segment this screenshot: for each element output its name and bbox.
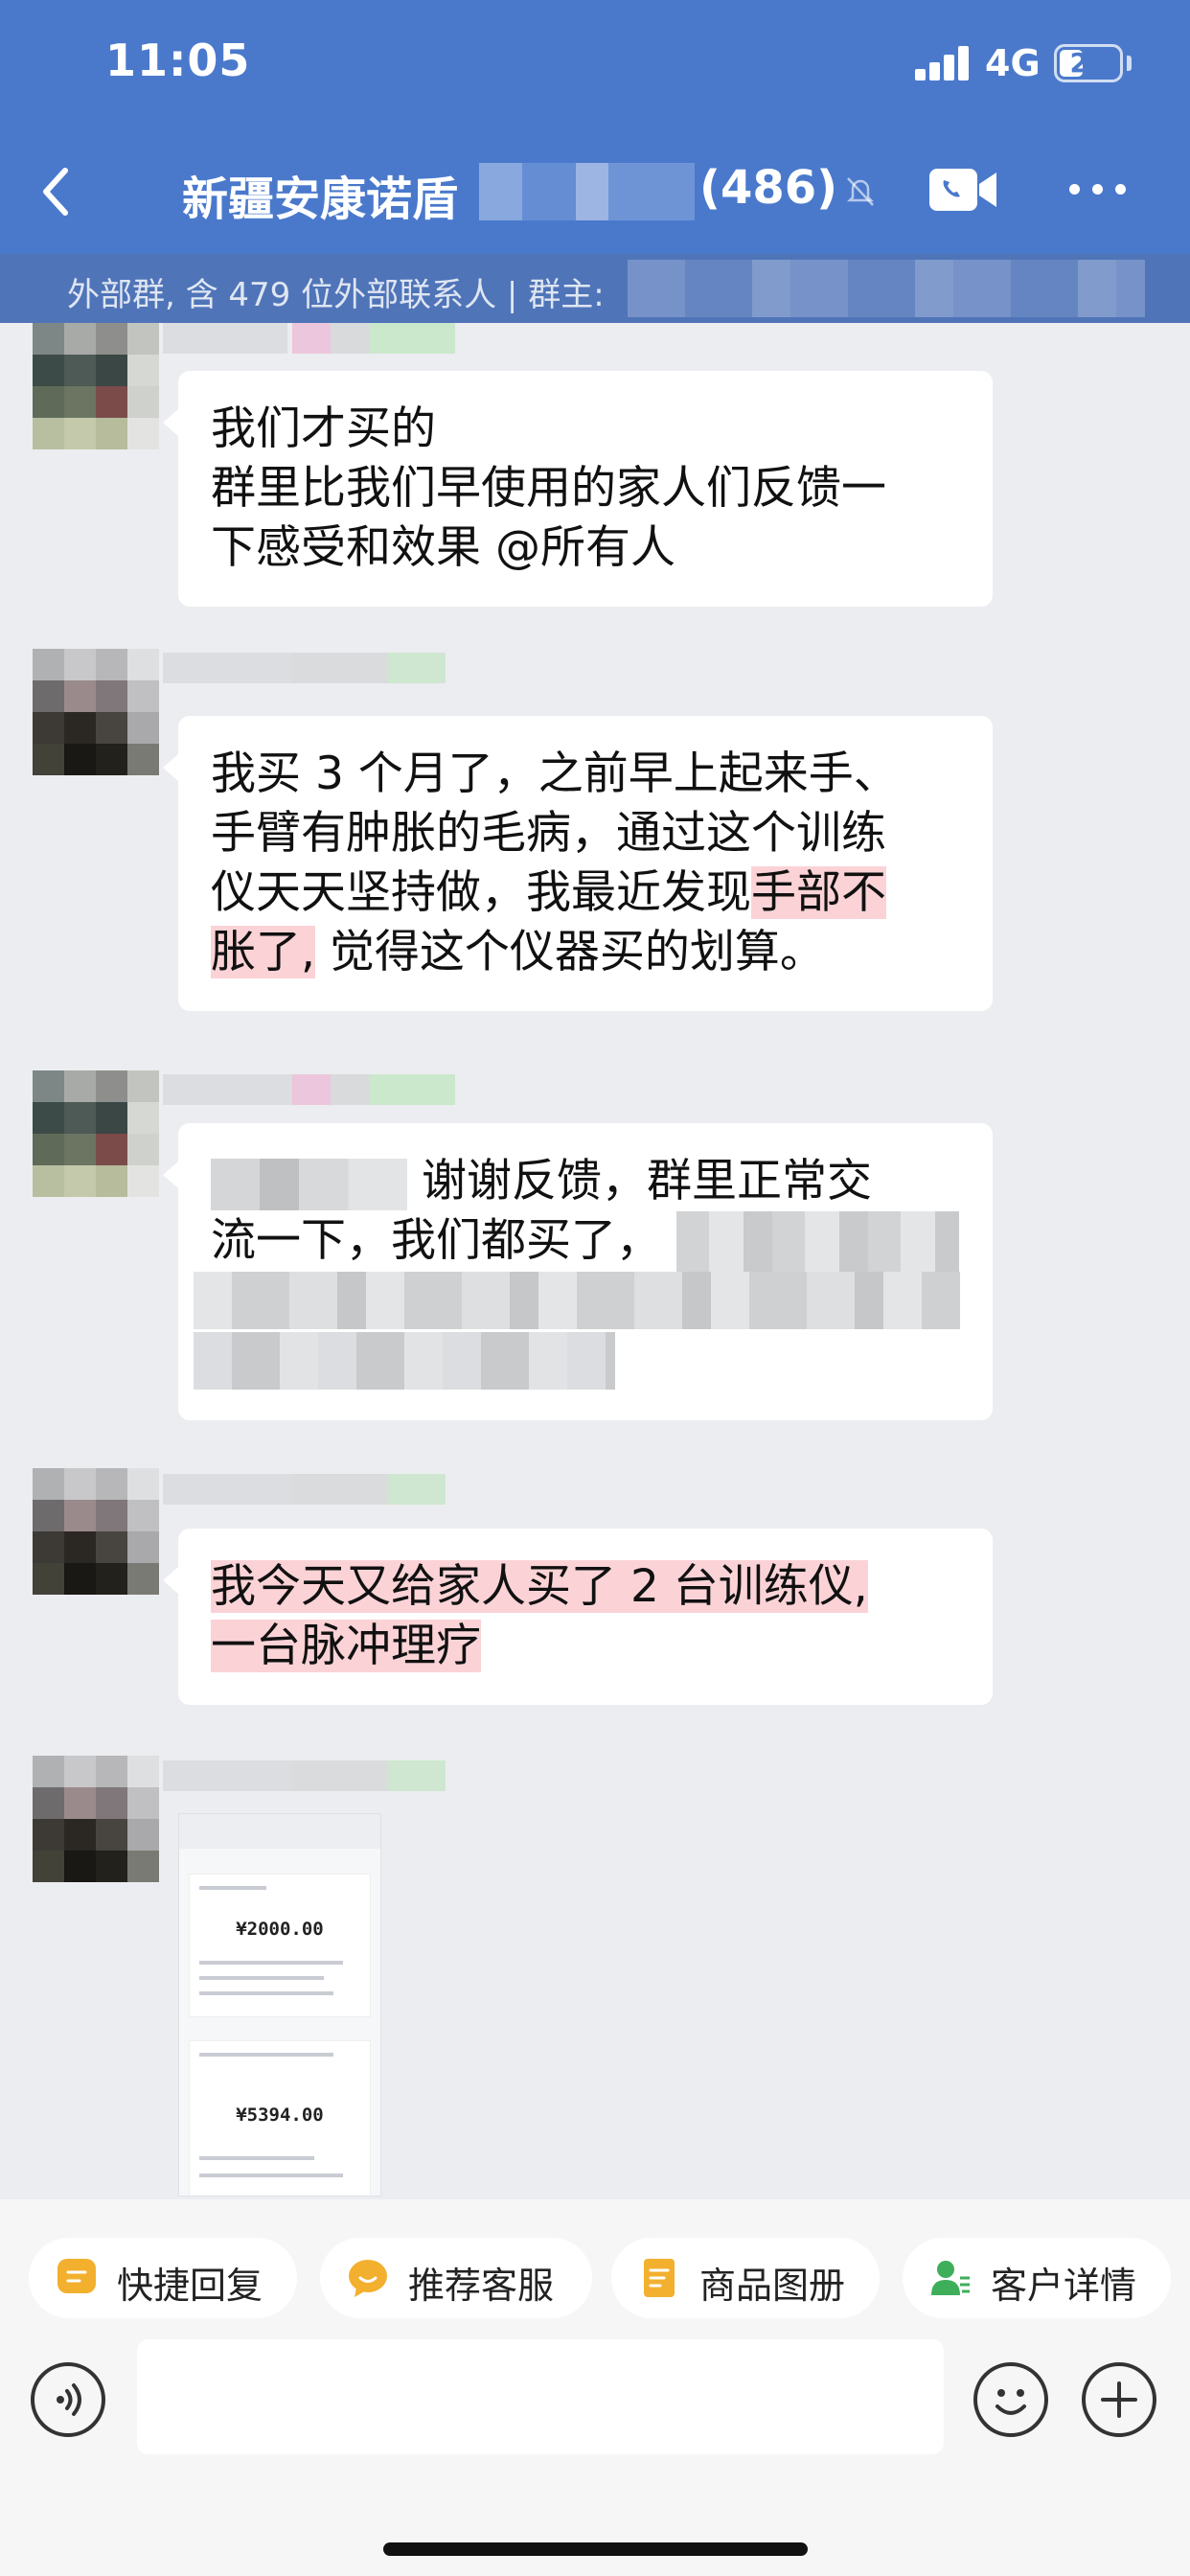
redacted-text xyxy=(194,1272,960,1329)
message-line: 一台脉冲理疗 xyxy=(211,1617,960,1676)
receipt-card: ¥5394.00 xyxy=(189,2040,371,2196)
group-info-text: 外部群, 含 479 位外部联系人 | 群主: xyxy=(67,276,605,314)
product-album-icon xyxy=(644,2259,675,2297)
message-line: 我们才买的 xyxy=(211,402,436,455)
message-bubble[interactable]: 我买 3 个月了，之前早上起来手、 手臂有肿胀的毛病，通过这个训练 仪天天坚持做… xyxy=(163,716,993,1011)
sender-name-redacted xyxy=(163,323,460,354)
message-line: 下感受和效果 @所有人 xyxy=(211,521,675,574)
quick-action-label: 快捷回复 xyxy=(117,2265,263,2307)
signal-icon xyxy=(915,46,971,80)
recommend-service-icon xyxy=(349,2260,387,2297)
message-line: 仪天天坚持做，我最近发现手部不 xyxy=(211,863,960,923)
avatar[interactable] xyxy=(33,649,159,775)
bottom-toolbar: 快捷回复 推荐客服 商品图册 客户详情 xyxy=(0,2199,1190,2576)
more-functions-button[interactable] xyxy=(1082,2362,1156,2437)
message-text: 谢谢反馈，群里正常交 xyxy=(407,1155,872,1208)
chat-header: 11:05 4G 21 新疆安康诺盾 (486) xyxy=(0,0,1190,254)
highlighted-text: 胀了, xyxy=(211,926,315,978)
status-time: 11:05 xyxy=(105,34,251,86)
recommend-service-button[interactable]: 推荐客服 xyxy=(320,2238,592,2318)
message-bubble[interactable]: 谢谢反馈，群里正常交 流一下，我们都买了， xyxy=(163,1123,993,1420)
avatar[interactable] xyxy=(33,1756,159,1882)
message-line: 我买 3 个月了，之前早上起来手、 xyxy=(211,748,899,800)
chevron-left-icon xyxy=(43,168,68,216)
message-line: 我今天又给家人买了 2 台训练仪, xyxy=(211,1557,960,1617)
plus-icon xyxy=(1101,2381,1137,2418)
sender-name-redacted xyxy=(163,1753,460,1791)
smiley-icon xyxy=(995,2389,1026,2415)
thumbnail-title-bar xyxy=(179,1814,380,1849)
battery-tip xyxy=(1127,56,1132,71)
receipt-card: ¥2000.00 xyxy=(189,1874,371,2017)
mute-bell-icon xyxy=(843,174,878,209)
quick-reply-button[interactable]: 快捷回复 xyxy=(29,2238,297,2318)
message-text: 流一下，我们都买了， xyxy=(211,1214,661,1267)
message-line: 胀了, 觉得这个仪器买的划算。 xyxy=(211,923,960,982)
back-button[interactable] xyxy=(27,153,84,230)
highlighted-text: 手部不 xyxy=(751,866,886,919)
video-camera-icon xyxy=(929,169,996,211)
message-line: 群里比我们早使用的家人们反馈一 xyxy=(211,462,886,515)
emoji-button[interactable] xyxy=(973,2362,1048,2437)
quick-action-label: 客户详情 xyxy=(991,2265,1137,2307)
network-type: 4G xyxy=(985,42,1041,84)
product-album-button[interactable]: 商品图册 xyxy=(611,2238,880,2318)
member-count: (486) xyxy=(699,161,838,215)
redacted-owner xyxy=(628,260,1145,317)
customer-detail-icon xyxy=(931,2261,970,2295)
receipt-amount: ¥2000.00 xyxy=(236,1919,324,1940)
video-call-button[interactable] xyxy=(927,163,1000,217)
sender-name-redacted xyxy=(163,1067,460,1105)
quick-action-label: 推荐客服 xyxy=(408,2265,555,2307)
nav-bar: 新疆安康诺盾 (486) xyxy=(0,134,1190,254)
image-message-thumbnail[interactable]: ¥2000.00 ¥5394.00 xyxy=(178,1813,381,2196)
redacted-title-part xyxy=(479,163,695,220)
receipt-amount: ¥5394.00 xyxy=(236,2104,324,2126)
battery-level: 21 xyxy=(1069,47,1108,79)
group-title[interactable]: 新疆安康诺盾 xyxy=(182,161,458,228)
avatar[interactable] xyxy=(33,1070,159,1197)
avatar[interactable] xyxy=(33,323,159,449)
message-input[interactable] xyxy=(137,2339,944,2454)
message-line: 谢谢反馈，群里正常交 xyxy=(211,1152,960,1211)
message-bubble[interactable]: 我们才买的 群里比我们早使用的家人们反馈一 下感受和效果 @所有人 xyxy=(163,371,993,607)
group-info-bar[interactable]: 外部群, 含 479 位外部联系人 | 群主: xyxy=(0,254,1190,323)
message-bubble[interactable]: 我今天又给家人买了 2 台训练仪, 一台脉冲理疗 xyxy=(163,1529,993,1705)
highlighted-text: 我今天又给家人买了 2 台训练仪, xyxy=(211,1560,868,1613)
sender-name-redacted xyxy=(163,1466,460,1505)
message-text: 觉得这个仪器买的划算。 xyxy=(314,926,825,978)
chat-message-list[interactable]: 我们才买的 群里比我们早使用的家人们反馈一 下感受和效果 @所有人 我买 3 个… xyxy=(0,323,1190,2199)
sender-name-redacted xyxy=(163,645,460,683)
more-options-button[interactable] xyxy=(1064,174,1131,203)
highlighted-text: 一台脉冲理疗 xyxy=(211,1620,481,1672)
message-text: 仪天天坚持做，我最近发现 xyxy=(211,866,751,919)
customer-detail-button[interactable]: 客户详情 xyxy=(903,2238,1171,2318)
quick-action-label: 商品图册 xyxy=(699,2265,846,2307)
status-bar: 11:05 4G 21 xyxy=(0,0,1190,134)
voice-input-button[interactable] xyxy=(31,2362,105,2437)
redacted-mention xyxy=(211,1158,407,1210)
voice-icon xyxy=(57,2383,81,2416)
quick-reply-icon xyxy=(57,2259,96,2293)
battery-icon: 21 xyxy=(1054,44,1123,82)
home-indicator[interactable] xyxy=(383,2542,808,2556)
avatar[interactable] xyxy=(33,1468,159,1595)
message-line: 手臂有肿胀的毛病，通过这个训练 xyxy=(211,807,886,860)
redacted-text xyxy=(194,1332,615,1390)
